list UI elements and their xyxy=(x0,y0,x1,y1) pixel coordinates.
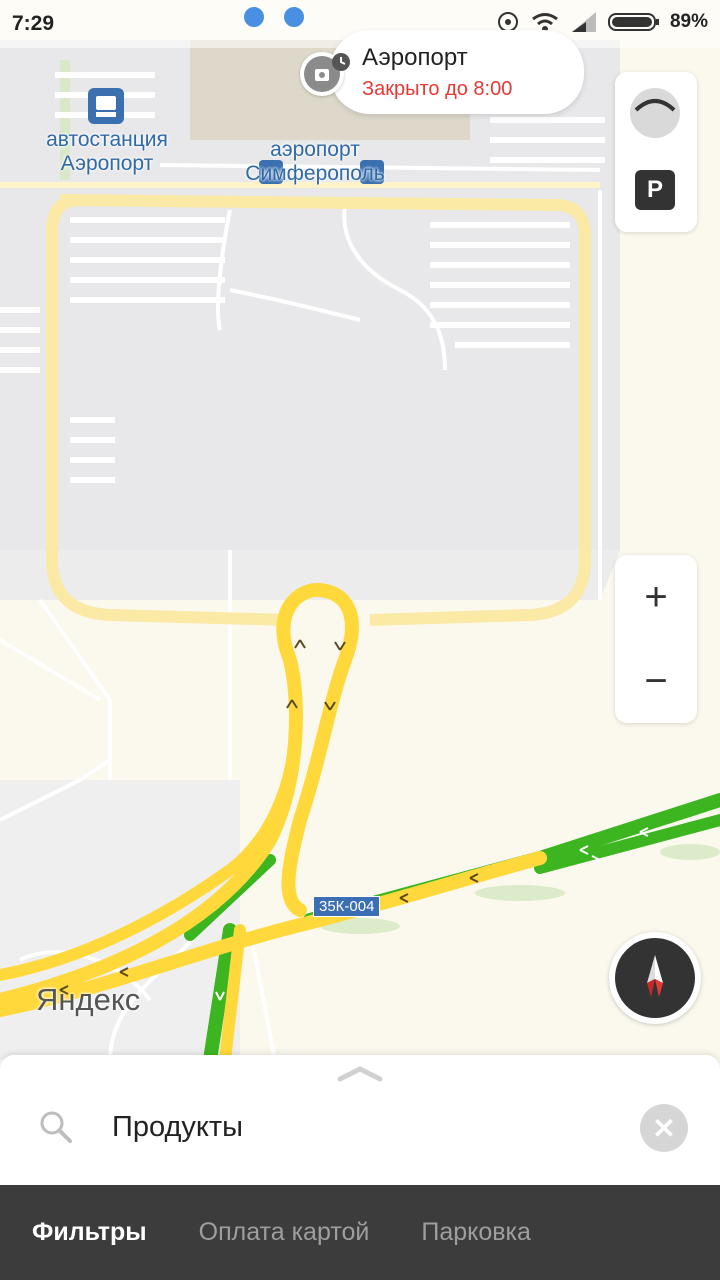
traffic-toggle-button[interactable] xyxy=(630,88,680,138)
signal-icon xyxy=(571,12,596,32)
search-icon xyxy=(40,1111,72,1143)
green-area-3 xyxy=(660,844,720,860)
parking-lot-right xyxy=(430,222,570,348)
road-number-badge: 35К-004 xyxy=(313,896,381,917)
zoom-in-button[interactable]: + xyxy=(615,555,697,639)
filter-bar: Фильтры Оплата картой Парковка xyxy=(0,1185,720,1280)
label-bus-station[interactable]: автостанция Аэропорт xyxy=(32,128,182,176)
label-airport[interactable]: аэропорт Симферополь xyxy=(225,138,405,186)
layers-panel: P xyxy=(615,72,697,232)
compass-button[interactable] xyxy=(609,932,701,1024)
zoom-controls: + − xyxy=(615,555,697,723)
search-input[interactable]: Продукты xyxy=(112,1111,243,1144)
battery-icon xyxy=(607,13,659,31)
filter-parking[interactable]: Парковка xyxy=(421,1218,531,1247)
green-area-2 xyxy=(475,885,565,901)
sheet-handle-icon[interactable] xyxy=(336,1063,384,1083)
zoom-out-button[interactable]: − xyxy=(615,639,697,723)
close-icon: ✕ xyxy=(652,1112,676,1144)
poi-callout[interactable]: Аэропорт Закрыто до 8:00 xyxy=(330,30,584,114)
status-time: 7:29 xyxy=(12,12,55,35)
filter-card-payment[interactable]: Оплата картой xyxy=(199,1218,370,1247)
search-sheet[interactable]: Продукты ✕ xyxy=(0,1055,720,1185)
yandex-logo: Яндекс xyxy=(36,982,141,1017)
poi-title: Аэропорт xyxy=(362,44,468,71)
parking-layer-button[interactable]: P xyxy=(635,170,675,210)
notification-dot-icon xyxy=(242,5,266,29)
clear-search-button[interactable]: ✕ xyxy=(640,1104,688,1152)
clock-icon xyxy=(332,53,350,71)
poi-status: Закрыто до 8:00 xyxy=(362,78,513,100)
compass-icon xyxy=(615,938,695,1018)
battery-percent: 89% xyxy=(669,11,708,32)
filter-all[interactable]: Фильтры xyxy=(32,1218,147,1247)
notification-dot-icon xyxy=(282,5,306,29)
